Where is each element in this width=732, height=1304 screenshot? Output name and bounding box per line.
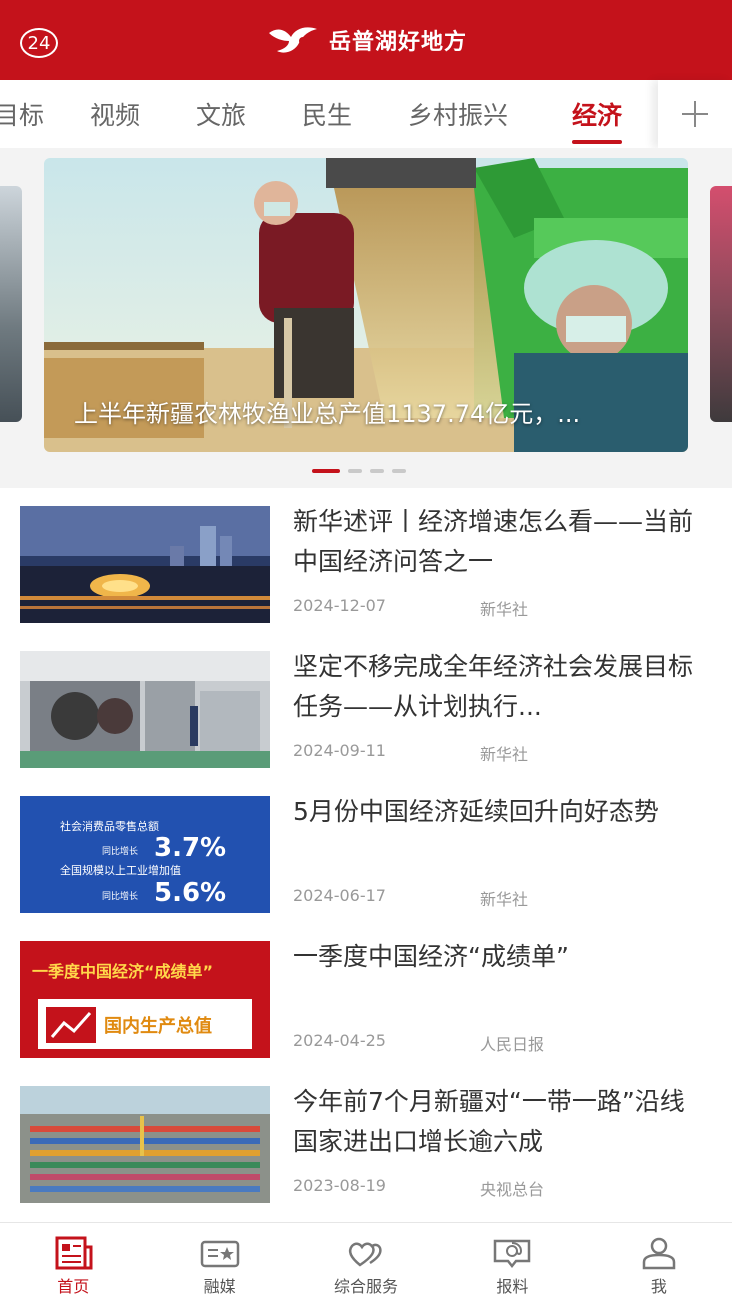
tab-livelihood[interactable]: 民生 bbox=[302, 96, 352, 132]
news-source: 新华社 bbox=[480, 890, 529, 909]
stat-line1-value: 3.7% bbox=[154, 833, 226, 863]
news-title: 新华述评丨经济增速怎么看——当前中国经济问答之一 bbox=[293, 507, 694, 576]
report-label-text: 国内生产总值 bbox=[104, 1015, 212, 1037]
nav-report[interactable]: 报料 bbox=[439, 1223, 585, 1304]
news-thumbnail bbox=[20, 506, 270, 623]
bird-logo-icon bbox=[268, 27, 317, 53]
news-title: 一季度中国经济“成绩单” bbox=[293, 942, 569, 971]
carousel-dot[interactable] bbox=[348, 469, 362, 473]
news-title: 5月份中国经济延续回升向好态势 bbox=[293, 797, 659, 826]
tab-video[interactable]: 视频 bbox=[90, 96, 140, 132]
stats-graphic: 社会消费品零售总额 同比增长 3.7% 全国规模以上工业增加值 同比增长 5.6… bbox=[20, 796, 270, 913]
container-yard-image bbox=[20, 1086, 270, 1203]
factory-image bbox=[20, 651, 270, 768]
carousel-dot[interactable] bbox=[392, 469, 406, 473]
news-thumbnail: 社会消费品零售总额 同比增长 3.7% 全国规模以上工业增加值 同比增长 5.6… bbox=[20, 796, 270, 913]
app-screen: 24 岳普湖好地方 目标 视频 文旅 民生 乡村振兴 经济 上半年新疆农林牧渔业… bbox=[0, 0, 732, 1304]
carousel-caption: 上半年新疆农林牧渔业总产值1137.74亿元，... bbox=[74, 400, 581, 428]
category-tabs: 目标 视频 文旅 民生 乡村振兴 经济 bbox=[0, 80, 732, 149]
carousel-slide[interactable]: 上半年新疆农林牧渔业总产值1137.74亿元，... bbox=[44, 158, 688, 452]
news-date: 2024-06-17 bbox=[293, 886, 386, 905]
chat-at-icon bbox=[494, 1239, 531, 1269]
add-tab-button[interactable] bbox=[658, 80, 732, 148]
report-banner-text: 一季度中国经济“成绩单” bbox=[32, 962, 213, 981]
nav-services-label: 综合服务 bbox=[334, 1277, 399, 1296]
news-item[interactable]: 今年前7个月新疆对“一带一路”沿线国家进出口增长逾六成 2023-08-19 央… bbox=[0, 1068, 732, 1213]
plus-icon bbox=[682, 101, 708, 127]
badge-24-icon[interactable]: 24 bbox=[20, 28, 58, 58]
brand-logo: 岳普湖好地方 bbox=[265, 23, 467, 57]
nav-services[interactable]: 综合服务 bbox=[293, 1223, 439, 1304]
stat-line2-label: 全国规模以上工业增加值 bbox=[60, 863, 181, 877]
news-thumbnail bbox=[20, 651, 270, 768]
carousel-next-slide[interactable] bbox=[710, 186, 732, 422]
hearts-icon bbox=[348, 1242, 382, 1267]
news-source: 人民日报 bbox=[480, 1035, 545, 1054]
tab-economy[interactable]: 经济 bbox=[572, 96, 623, 144]
tab-rural-revitalization[interactable]: 乡村振兴 bbox=[408, 96, 508, 132]
news-date: 2024-12-07 bbox=[293, 596, 386, 615]
nav-me[interactable]: 我 bbox=[586, 1223, 732, 1304]
media-card-icon bbox=[200, 1240, 239, 1268]
tab-target[interactable]: 目标 bbox=[0, 96, 44, 132]
news-list: 新华述评丨经济增速怎么看——当前中国经济问答之一 2024-12-07 新华社 bbox=[0, 488, 732, 1213]
stat-line1-label: 社会消费品零售总额 bbox=[60, 819, 159, 833]
nav-media[interactable]: 融媒 bbox=[146, 1223, 292, 1304]
nav-me-label: 我 bbox=[650, 1277, 667, 1296]
nav-media-label: 融媒 bbox=[203, 1277, 236, 1296]
news-source: 新华社 bbox=[480, 600, 529, 619]
app-header: 24 岳普湖好地方 bbox=[0, 0, 732, 80]
tab-culture-travel[interactable]: 文旅 bbox=[196, 96, 246, 132]
news-title: 坚定不移完成全年经济社会发展目标任务——从计划执行... bbox=[293, 652, 694, 721]
carousel-indicator bbox=[312, 469, 406, 473]
brand-title: 岳普湖好地方 bbox=[328, 30, 467, 55]
nav-home[interactable]: 首页 bbox=[0, 1223, 146, 1304]
nav-home-label: 首页 bbox=[57, 1277, 90, 1296]
stat-line2-value: 5.6% bbox=[154, 878, 226, 908]
city-night-image bbox=[20, 506, 270, 623]
carousel-prev-slide[interactable] bbox=[0, 186, 22, 422]
nav-report-label: 报料 bbox=[496, 1277, 529, 1296]
bottom-nav: 首页 融媒 综合服务 报料 我 bbox=[0, 1222, 732, 1304]
news-thumbnail bbox=[20, 1086, 270, 1203]
stat-line1-sub: 同比增长 bbox=[102, 845, 138, 857]
news-item[interactable]: 社会消费品零售总额 同比增长 3.7% 全国规模以上工业增加值 同比增长 5.6… bbox=[0, 778, 732, 923]
news-item[interactable]: 新华述评丨经济增速怎么看——当前中国经济问答之一 2024-12-07 新华社 bbox=[0, 488, 732, 633]
news-source: 央视总台 bbox=[480, 1180, 545, 1199]
carousel-dot[interactable] bbox=[370, 469, 384, 473]
carousel: 上半年新疆农林牧渔业总产值1137.74亿元，... bbox=[0, 148, 732, 488]
news-date: 2023-08-19 bbox=[293, 1176, 386, 1195]
news-date: 2024-04-25 bbox=[293, 1031, 386, 1050]
stat-line2-sub: 同比增长 bbox=[102, 890, 138, 902]
news-thumbnail: 一季度中国经济“成绩单” 国内生产总值 bbox=[20, 941, 270, 1058]
news-date: 2024-09-11 bbox=[293, 741, 386, 760]
newspaper-icon bbox=[55, 1236, 93, 1270]
news-item[interactable]: 坚定不移完成全年经济社会发展目标任务——从计划执行... 2024-09-11 … bbox=[0, 633, 732, 778]
report-card-graphic: 一季度中国经济“成绩单” 国内生产总值 bbox=[20, 941, 270, 1058]
news-item[interactable]: 一季度中国经济“成绩单” 国内生产总值 一季度中国经济“成绩单” 2024-04… bbox=[0, 923, 732, 1068]
carousel-dot[interactable] bbox=[312, 469, 340, 473]
news-title: 今年前7个月新疆对“一带一路”沿线国家进出口增长逾六成 bbox=[293, 1087, 685, 1156]
user-icon bbox=[642, 1237, 676, 1270]
news-source: 新华社 bbox=[480, 745, 529, 764]
